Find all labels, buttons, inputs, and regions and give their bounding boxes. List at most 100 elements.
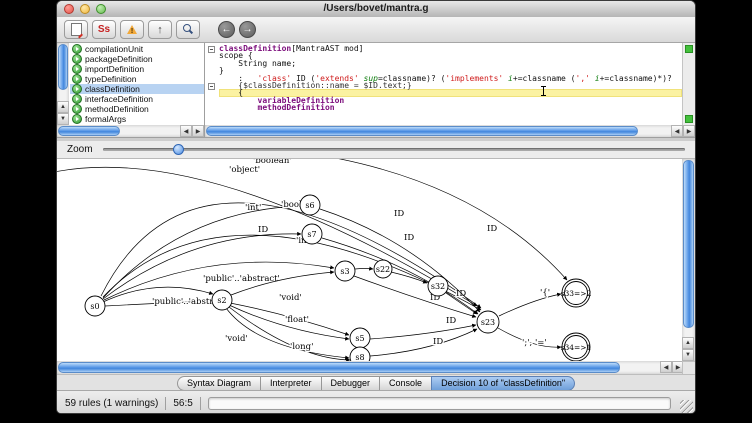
scrollbar-thumb[interactable] [206,126,638,136]
editor-view-button[interactable] [64,20,88,39]
toolbar: Ss ! ↑ ← → [57,17,695,43]
scroll-left-icon[interactable]: ◀ [660,361,672,373]
rule-list-item[interactable]: classDefinition [70,84,204,94]
scroll-down-icon[interactable]: ▼ [57,113,69,125]
scrollbar-thumb[interactable] [58,44,68,90]
rule-icon [72,94,82,104]
scrollbar-thumb[interactable] [683,160,694,328]
rule-icon [72,54,82,64]
title-bar[interactable]: /Users/bovet/mantra.g [57,1,695,18]
transition-edge [355,269,373,270]
rule-list-item[interactable]: methodDefinition [70,104,204,114]
state-label: s5 [355,334,364,343]
rule-label: methodDefinition [85,104,149,114]
rule-list-item[interactable]: compilationUnit [70,44,204,54]
scrollbar-arrows[interactable]: ◀ ▶ [180,125,204,137]
tab-decision-10-of-classdefinition-[interactable]: Decision 10 of "classDefinition" [431,376,575,391]
find-button[interactable] [176,20,200,39]
rule-icon [72,44,82,54]
export-button[interactable]: ↑ [148,20,172,39]
scrollbar-arrows[interactable]: ▲ ▼ [682,337,694,361]
edge-label: ID [258,225,268,235]
transition-edge [370,329,477,356]
edge-label: ID [433,337,443,347]
transition-edge [370,325,476,339]
rules-panel: ▲ ▼ compilationUnitpackageDefinitionimpo… [57,43,205,137]
rules-horizontal-scrollbar[interactable]: ◀ ▶ [57,125,204,137]
magnifier-icon [183,24,194,35]
resize-grip-icon[interactable] [680,400,693,413]
rules-count-status: 59 rules (1 warnings) [65,398,158,409]
state-label: s33=>2 [561,289,592,298]
check-grammar-button[interactable]: ! [120,20,144,39]
window-title: /Users/bovet/mantra.g [57,3,695,14]
ok-marker [685,45,693,53]
edge-label: 'void' [225,334,248,344]
edge-label: 'object' [229,165,260,175]
scrollbar-thumb[interactable] [58,362,620,373]
status-message-area [208,397,671,410]
scrollbar-arrows[interactable]: ◀ ▶ [660,361,684,373]
editor-horizontal-scrollbar[interactable]: ◀ ▶ [205,125,695,137]
fold-marker[interactable] [208,46,215,53]
rule-icon [72,104,82,114]
rule-label: interfaceDefinition [85,94,153,104]
scroll-down-icon[interactable]: ▼ [682,349,694,361]
scrollbar-arrows[interactable]: ▲ ▼ [57,101,69,125]
code-line: classDefinition[MantraAST mod] [219,45,682,52]
ok-marker [685,115,693,123]
edge-label: ID [404,233,414,243]
zoom-bar: Zoom [57,141,695,159]
scroll-up-icon[interactable]: ▲ [57,101,69,113]
state-label: s22 [376,265,390,274]
edge-label: ID [446,316,456,326]
tab-syntax-diagram[interactable]: Syntax Diagram [177,376,261,391]
rules-vertical-scrollbar[interactable]: ▲ ▼ [57,43,69,125]
zoom-slider[interactable] [103,148,685,151]
edge-label: ID [394,209,404,219]
code-line: String name; [219,60,682,67]
separator [165,397,166,410]
scrollbar-thumb[interactable] [58,126,120,136]
code-line: {$classDefinition::name = $ID.text;} [219,82,682,89]
code-lines: classDefinition[MantraAST mod]scope { St… [219,45,682,112]
tab-strip: Syntax DiagramInterpreterDebuggerConsole… [177,376,575,391]
scroll-right-icon[interactable]: ▶ [683,125,695,137]
back-button[interactable]: ← [218,21,235,38]
rule-list-item[interactable]: interfaceDefinition [70,94,204,104]
syntax-coloring-button[interactable]: Ss [92,20,116,39]
rule-list-item[interactable]: formalArgs [70,114,204,124]
rule-icon [72,114,82,124]
transition-edge [499,294,561,316]
rule-list-item[interactable]: packageDefinition [70,54,204,64]
tab-debugger[interactable]: Debugger [321,376,381,391]
forward-arrow-icon: → [243,24,253,35]
app-window: /Users/bovet/mantra.g Ss ! ↑ ← → ▲ [56,0,696,414]
scroll-left-icon[interactable]: ◀ [671,125,683,137]
scrollbar-arrows[interactable]: ◀ ▶ [671,125,695,137]
forward-button[interactable]: → [239,21,256,38]
state-label: s23 [481,318,495,327]
scroll-left-icon[interactable]: ◀ [180,125,192,137]
edge-label: 'long' [290,342,313,352]
diagram-vertical-scrollbar[interactable]: ▲ ▼ [682,159,695,361]
fold-marker[interactable] [208,83,215,90]
tab-interpreter[interactable]: Interpreter [260,376,322,391]
rule-list-item[interactable]: typeDefinition [70,74,204,84]
scroll-up-icon[interactable]: ▲ [682,337,694,349]
rule-list[interactable]: compilationUnitpackageDefinitionimportDe… [70,44,204,125]
diagram-horizontal-scrollbar[interactable]: ◀ ▶ [57,361,684,374]
tab-console[interactable]: Console [379,376,432,391]
scrollbar-corner [682,361,695,374]
bottom-tab-bar: Syntax DiagramInterpreterDebuggerConsole… [57,374,695,391]
rule-list-item[interactable]: importDefinition [70,64,204,74]
scroll-right-icon[interactable]: ▶ [192,125,204,137]
back-arrow-icon: ← [222,24,232,35]
zoom-slider-knob[interactable] [173,144,184,155]
caret-position-status: 56:5 [173,398,192,409]
status-bar: 59 rules (1 warnings) 56:5 [57,390,695,414]
edge-label: ID [487,224,497,234]
state-label: s34=>1 [561,343,592,352]
grammar-editor[interactable]: classDefinition[MantraAST mod]scope { St… [205,43,695,137]
edge-label: ';', '=' [522,338,547,348]
